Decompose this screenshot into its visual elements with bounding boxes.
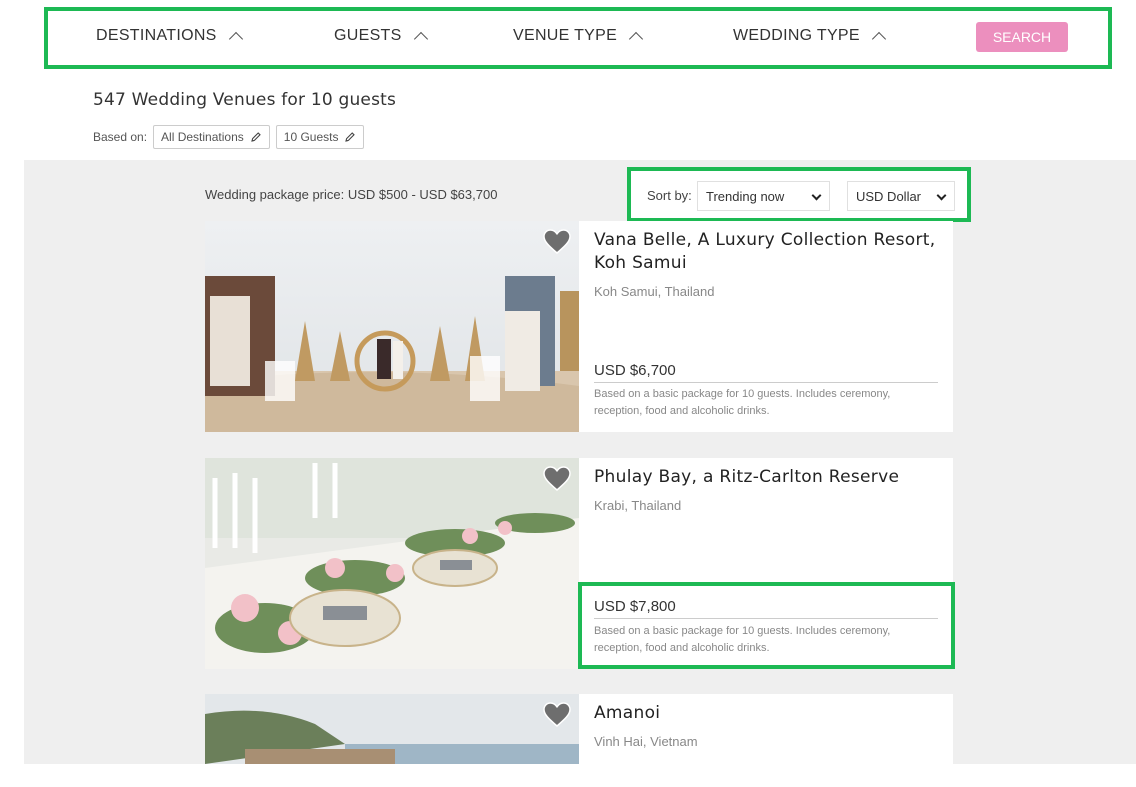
chevron-up-icon xyxy=(413,31,428,47)
filter-venue-type-label: VENUE TYPE xyxy=(513,27,618,44)
venue-photo[interactable] xyxy=(205,458,579,669)
sort-select[interactable]: Trending now xyxy=(697,181,830,211)
filter-venue-type[interactable]: VENUE TYPE xyxy=(513,27,644,47)
chevron-up-icon xyxy=(629,31,644,47)
venue-package-description: Based on a basic package for 10 guests. … xyxy=(594,625,891,654)
venue-card[interactable]: Amanoi Vinh Hai, Vietnam xyxy=(205,694,953,764)
currency-select[interactable]: USD Dollar xyxy=(847,181,955,211)
table-setting-photo xyxy=(205,458,579,669)
chevron-up-icon xyxy=(228,31,243,47)
venue-name[interactable]: Phulay Bay, a Ritz-Carlton Reserve xyxy=(594,466,939,489)
currency-select-value: USD Dollar xyxy=(856,188,922,204)
venue-location: Krabi, Thailand xyxy=(594,498,682,513)
package-price-range: Wedding package price: USD $500 - USD $6… xyxy=(205,187,498,202)
chip-guests[interactable]: 10 Guests xyxy=(275,125,365,149)
venue-details: Vana Belle, A Luxury Collection Resort, … xyxy=(594,221,939,432)
venue-location: Koh Samui, Thailand xyxy=(594,284,715,299)
sort-label: Sort by: xyxy=(647,188,692,203)
beach-ceremony-photo xyxy=(205,221,579,432)
venue-price: USD $6,700 xyxy=(594,362,938,383)
venue-name[interactable]: Vana Belle, A Luxury Collection Resort, … xyxy=(594,229,939,275)
chevron-down-icon xyxy=(811,190,822,201)
venue-card[interactable]: Phulay Bay, a Ritz-Carlton Reserve Krabi… xyxy=(205,458,953,669)
heart-icon[interactable] xyxy=(543,702,571,728)
sort-select-value: Trending now xyxy=(706,188,785,204)
heart-icon[interactable] xyxy=(543,466,571,492)
filter-destinations[interactable]: DESTINATIONS xyxy=(96,27,243,47)
chip-guests-label: 10 Guests xyxy=(283,130,339,144)
pencil-icon xyxy=(251,132,261,142)
filter-guests-label: GUESTS xyxy=(334,27,402,44)
heart-icon[interactable] xyxy=(543,229,571,255)
filter-guests[interactable]: GUESTS xyxy=(334,27,428,47)
venue-details: Phulay Bay, a Ritz-Carlton Reserve Krabi… xyxy=(594,458,939,669)
chevron-up-icon xyxy=(871,31,886,47)
results-title: 547 Wedding Venues for 10 guests xyxy=(93,90,397,110)
filter-destinations-label: DESTINATIONS xyxy=(96,27,217,44)
venue-details: Amanoi Vinh Hai, Vietnam xyxy=(594,694,939,764)
coastline-photo xyxy=(205,694,579,764)
venue-package-description: Based on a basic package for 10 guests. … xyxy=(594,388,891,417)
venue-location: Vinh Hai, Vietnam xyxy=(594,734,698,749)
based-on-label: Based on: xyxy=(93,130,148,144)
venue-card[interactable]: Vana Belle, A Luxury Collection Resort, … xyxy=(205,221,953,432)
venue-name[interactable]: Amanoi xyxy=(594,702,939,725)
chip-destinations-label: All Destinations xyxy=(161,130,244,144)
filter-wedding-type[interactable]: WEDDING TYPE xyxy=(733,27,886,47)
pencil-icon xyxy=(345,132,356,142)
chevron-down-icon xyxy=(936,190,947,201)
based-on-filters: Based on: All Destinations 10 Guests xyxy=(93,125,365,149)
venue-price: USD $7,800 xyxy=(594,598,938,619)
filter-bar: DESTINATIONS GUESTS VENUE TYPE WEDDING T… xyxy=(44,7,1112,69)
venue-photo[interactable] xyxy=(205,221,579,432)
filter-wedding-type-label: WEDDING TYPE xyxy=(733,27,860,44)
venue-photo[interactable] xyxy=(205,694,579,764)
chip-destinations[interactable]: All Destinations xyxy=(153,125,270,149)
sort-controls: Sort by: Trending now USD Dollar xyxy=(627,167,971,222)
search-button[interactable]: SEARCH xyxy=(976,22,1068,52)
